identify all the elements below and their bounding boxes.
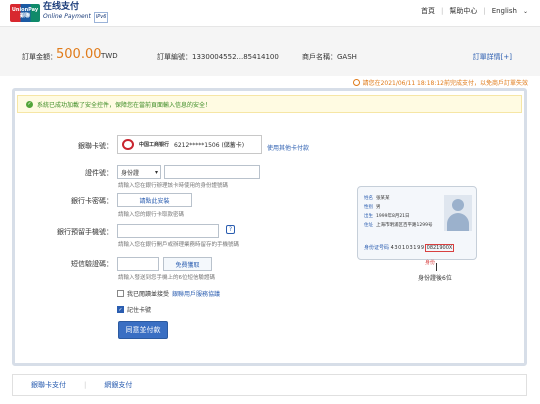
tab-online-banking[interactable]: 網銀支付 bbox=[86, 380, 150, 390]
id-card-illustration: 姓名 张某某 性别男 出生 1999年8月21日 住址 上海市明浦区百平路1299号 … bbox=[357, 186, 477, 260]
unionpay-logo[interactable]: UnionPay 銀聯 在线支付 Online Payment IPv6 bbox=[10, 2, 109, 23]
agreement-checkbox[interactable] bbox=[117, 290, 124, 297]
help-icon[interactable]: ? bbox=[226, 225, 235, 234]
use-other-card-link[interactable]: 使用其他卡付款 bbox=[267, 143, 309, 152]
person-avatar-icon bbox=[444, 195, 472, 231]
id-hint: 請輸入您在銀行辦理該卡時使用的身份證號碼 bbox=[118, 183, 229, 189]
id-card-number: 身份证号码 430103199 0821900X bbox=[364, 244, 455, 252]
phone-input[interactable] bbox=[117, 224, 219, 238]
ipv6-badge: IPv6 bbox=[93, 12, 109, 23]
payment-panel: ✓ 系統已成功加載了安全控件，保障您在當前頁面輸入信息的安全！ 銀聯卡號： 中国… bbox=[12, 88, 527, 366]
id-last-six-caption: 身份證後6位 bbox=[418, 275, 452, 282]
clock-icon bbox=[352, 79, 360, 86]
nav-english[interactable]: English bbox=[492, 7, 517, 15]
get-sms-code-button[interactable]: 免費獲取 bbox=[163, 257, 212, 271]
sms-code-input[interactable] bbox=[117, 257, 159, 271]
install-control-button[interactable]: 請點此安裝 bbox=[117, 193, 192, 207]
amount-label: 訂單金額： bbox=[22, 53, 57, 61]
password-label: 銀行卡密碼： bbox=[71, 197, 113, 205]
tab-unionpay-card[interactable]: 銀聯卡支付 bbox=[13, 380, 84, 390]
sms-label: 短信驗證碼： bbox=[71, 260, 113, 268]
payment-method-tabs: 銀聯卡支付 | 網銀支付 bbox=[12, 374, 527, 396]
remember-card-checkbox[interactable]: ✓ bbox=[117, 306, 124, 313]
icbc-logo-icon bbox=[122, 139, 134, 150]
id-type-select[interactable]: 身份證 ▾ bbox=[117, 165, 161, 179]
top-nav: 首頁 | 幫助中心 | English ⌄ bbox=[420, 6, 528, 16]
amount-value: 500.00 bbox=[56, 47, 102, 62]
check-icon: ✓ bbox=[26, 100, 33, 108]
expiry-warning: 請您在2021/06/11 18:18:12前完成支付，以免商戶訂單失效 bbox=[352, 78, 528, 87]
logo-title: 在线支付 bbox=[43, 2, 80, 12]
order-info-bar: 訂單金額： 500.00 TWD 訂單編號：1330004552...85414… bbox=[0, 26, 540, 76]
agreement-row: 我已閱讀並接受 銀聯用戶服務協議 bbox=[117, 289, 220, 298]
card-number: 6212*****1506 (儲蓄卡) bbox=[174, 142, 245, 149]
phone-hint: 請輸入您在銀行開戶或辦理業務時留存的手機號碼 bbox=[118, 242, 240, 248]
service-agreement-link[interactable]: 銀聯用戶服務協議 bbox=[172, 289, 220, 298]
card-selector[interactable]: 中国工商银行 6212*****1506 (儲蓄卡) bbox=[117, 135, 262, 154]
password-hint: 請輸入您的銀行卡取款密碼 bbox=[118, 212, 185, 218]
sms-hint: 請輸入發送到您手機上的6位短信驗證碼 bbox=[118, 275, 216, 281]
chevron-down-icon[interactable]: ⌄ bbox=[523, 8, 528, 15]
security-success-banner: ✓ 系統已成功加載了安全控件，保障您在當前頁面輸入信息的安全！ bbox=[17, 95, 522, 113]
logo-subtitle: Online Payment IPv6 bbox=[43, 12, 109, 23]
pointer-line bbox=[436, 263, 437, 271]
order-detail-link[interactable]: 訂單詳情[+] bbox=[473, 52, 512, 62]
nav-home[interactable]: 首頁 bbox=[421, 6, 435, 16]
card-label: 銀聯卡號： bbox=[78, 142, 113, 150]
id-card-tag: 身份 bbox=[425, 260, 436, 266]
top-bar: UnionPay 銀聯 在线支付 Online Payment IPv6 首頁 |… bbox=[0, 0, 540, 26]
nav-help-center[interactable]: 幫助中心 bbox=[449, 6, 477, 16]
chevron-down-icon: ▾ bbox=[154, 168, 158, 176]
amount-currency: TWD bbox=[101, 52, 118, 60]
phone-label: 銀行預留手機號： bbox=[57, 228, 113, 236]
remember-card-row: ✓ 記住卡號 bbox=[117, 306, 152, 314]
id-number-input[interactable] bbox=[164, 165, 260, 179]
merchant-name: 商戶名稱：GASH bbox=[302, 53, 357, 61]
agree-and-pay-button[interactable]: 同意並付款 bbox=[118, 321, 168, 339]
id-label: 證件號： bbox=[85, 169, 113, 177]
unionpay-badge-icon: UnionPay 銀聯 bbox=[10, 4, 40, 22]
order-number: 訂單編號：1330004552...85414100 bbox=[157, 53, 279, 61]
